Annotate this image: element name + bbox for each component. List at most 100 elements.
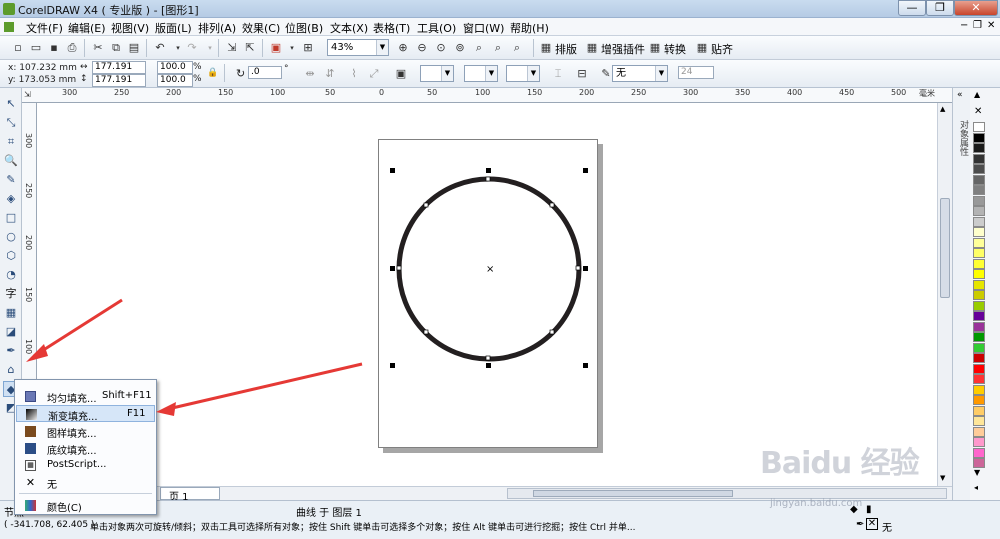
color-swatch[interactable]: [973, 290, 985, 300]
color-swatch[interactable]: [973, 132, 985, 143]
scrollbar-thumb[interactable]: [533, 490, 733, 497]
pattern-fill-item[interactable]: 图样填充...: [16, 423, 155, 440]
color-swatch[interactable]: [973, 143, 985, 153]
convert-button[interactable]: 转换: [664, 41, 686, 57]
table-tool-icon[interactable]: ▦: [3, 305, 19, 321]
scrollbar-thumb[interactable]: [940, 198, 950, 298]
zoom-in-icon[interactable]: ⊕: [395, 40, 411, 56]
convert-to-curve-icon[interactable]: ⊟: [574, 66, 590, 82]
color-swatch[interactable]: [973, 174, 985, 185]
color-swatch[interactable]: [973, 321, 985, 332]
texture-fill-item[interactable]: 底纹填充...: [16, 440, 155, 457]
enhance-plugin-icon[interactable]: ▦: [584, 40, 600, 56]
cut-icon[interactable]: ✂: [90, 40, 106, 56]
selected-circle[interactable]: ×: [380, 160, 600, 380]
chevron-down-icon[interactable]: ▼: [441, 66, 453, 81]
zoom-all-icon[interactable]: ⊚: [452, 40, 468, 56]
color-swatch[interactable]: [973, 248, 985, 258]
selection-handle[interactable]: [583, 266, 588, 271]
color-swatch[interactable]: [973, 416, 985, 426]
curve-tool-icon[interactable]: ⌇: [346, 66, 362, 82]
color-swatch[interactable]: [973, 227, 985, 237]
redo-dropdown-icon[interactable]: ▾: [202, 40, 218, 56]
curve-node[interactable]: [423, 329, 429, 335]
import-icon[interactable]: ⇲: [224, 40, 240, 56]
color-swatch[interactable]: [973, 279, 985, 290]
scroll-up-icon[interactable]: ▲: [940, 105, 945, 113]
outline-pen-status-icon[interactable]: ✒: [856, 519, 864, 530]
color-docker-item[interactable]: 颜色(C): [16, 497, 155, 514]
color-swatch[interactable]: [973, 384, 985, 395]
scale-height-field[interactable]: 100.0: [157, 74, 193, 87]
line-end-combo[interactable]: ▼: [464, 65, 498, 82]
menu-layout[interactable]: 版面(L): [155, 20, 192, 36]
pick-tool-icon[interactable]: ↖: [3, 96, 19, 112]
crop-tool-icon[interactable]: ⌗: [3, 134, 19, 150]
rotation-field[interactable]: .0: [248, 66, 282, 79]
no-fill-icon[interactable]: ✕: [866, 518, 878, 530]
chevron-down-icon[interactable]: ▼: [527, 66, 539, 81]
horizontal-scrollbar[interactable]: [507, 488, 947, 499]
snap-icon[interactable]: ▦: [694, 40, 710, 56]
print-icon[interactable]: ⎙: [64, 40, 80, 56]
page-tab[interactable]: 页 1: [160, 487, 220, 503]
document-icon[interactable]: [4, 22, 14, 32]
horizontal-ruler[interactable]: ⇲ 300 250 200 150 100 50 0 50 100 150 20…: [22, 88, 952, 103]
convert-icon[interactable]: ▦: [647, 40, 663, 56]
export-icon[interactable]: ⇱: [242, 40, 258, 56]
x-position[interactable]: x: 107.232 mm: [8, 63, 77, 73]
color-swatch[interactable]: [973, 216, 985, 227]
color-swatch[interactable]: [973, 395, 985, 405]
menu-tools[interactable]: 工具(O): [417, 20, 456, 36]
color-swatch[interactable]: [973, 342, 985, 353]
zoom-height-icon[interactable]: ⌕: [509, 40, 525, 56]
welcome-screen-icon[interactable]: ⊞: [300, 40, 316, 56]
zoom-out-icon[interactable]: ⊖: [414, 40, 430, 56]
uniform-fill-item[interactable]: 均匀填充... Shift+F11: [16, 388, 155, 405]
y-position[interactable]: y: 173.053 mm: [8, 75, 76, 85]
application-launcher-icon[interactable]: ▣: [268, 40, 284, 56]
no-color-icon[interactable]: ✕: [974, 106, 982, 117]
scale-width-field[interactable]: 100.0: [157, 61, 193, 74]
color-swatch[interactable]: [973, 195, 985, 206]
curve-node[interactable]: [423, 202, 429, 208]
font-size-field[interactable]: 24: [678, 66, 714, 79]
docker-tab-object-properties[interactable]: 对象属性: [957, 120, 970, 156]
smart-fill-icon[interactable]: ◈: [3, 191, 19, 207]
close-button[interactable]: ✕: [954, 0, 998, 16]
selection-handle[interactable]: [390, 168, 395, 173]
menu-edit[interactable]: 编辑(E): [68, 20, 106, 36]
color-swatch[interactable]: [973, 206, 985, 216]
menu-min-icon[interactable]: −: [960, 20, 968, 31]
interactive-tool-icon[interactable]: ◪: [3, 324, 19, 340]
menu-view[interactable]: 视图(V): [111, 20, 149, 36]
rectangle-tool-icon[interactable]: □: [3, 210, 19, 226]
menu-effects[interactable]: 效果(C): [242, 20, 280, 36]
color-swatch[interactable]: [973, 405, 985, 416]
color-swatch[interactable]: [973, 426, 985, 437]
curve-node[interactable]: [575, 265, 581, 271]
launcher-dropdown-icon[interactable]: ▾: [284, 40, 300, 56]
fountain-fill-item[interactable]: 渐变填充... F11: [16, 405, 155, 423]
shape-tool-icon[interactable]: ⤡: [3, 115, 19, 131]
outline-width-combo[interactable]: 无 ▼: [612, 65, 668, 82]
layout-plugin-icon[interactable]: ▦: [538, 40, 554, 56]
curve-node[interactable]: [485, 355, 491, 361]
color-swatch[interactable]: [973, 237, 985, 248]
undo-icon[interactable]: ↶: [152, 40, 168, 56]
curve-node[interactable]: [485, 176, 491, 182]
enhance-plugin-button[interactable]: 增强插件: [601, 41, 645, 57]
postscript-fill-item[interactable]: ▦ PostScript...: [16, 457, 155, 474]
color-swatch[interactable]: [973, 258, 985, 269]
color-swatch[interactable]: [973, 269, 985, 279]
new-icon[interactable]: ▫: [10, 40, 26, 56]
ellipse-tool-icon[interactable]: ○: [3, 229, 19, 245]
lock-ratio-icon[interactable]: 🔒: [207, 68, 218, 78]
selection-handle[interactable]: [583, 363, 588, 368]
mirror-vertical-icon[interactable]: ⇵: [322, 66, 338, 82]
double-chevron-icon[interactable]: «: [957, 90, 963, 100]
no-fill-item[interactable]: ✕ 无: [16, 474, 155, 491]
ruler-unit-icon[interactable]: ⇲: [24, 90, 31, 99]
height-field[interactable]: 177.191 mm: [92, 74, 146, 96]
menu-help[interactable]: 帮助(H): [510, 20, 549, 36]
